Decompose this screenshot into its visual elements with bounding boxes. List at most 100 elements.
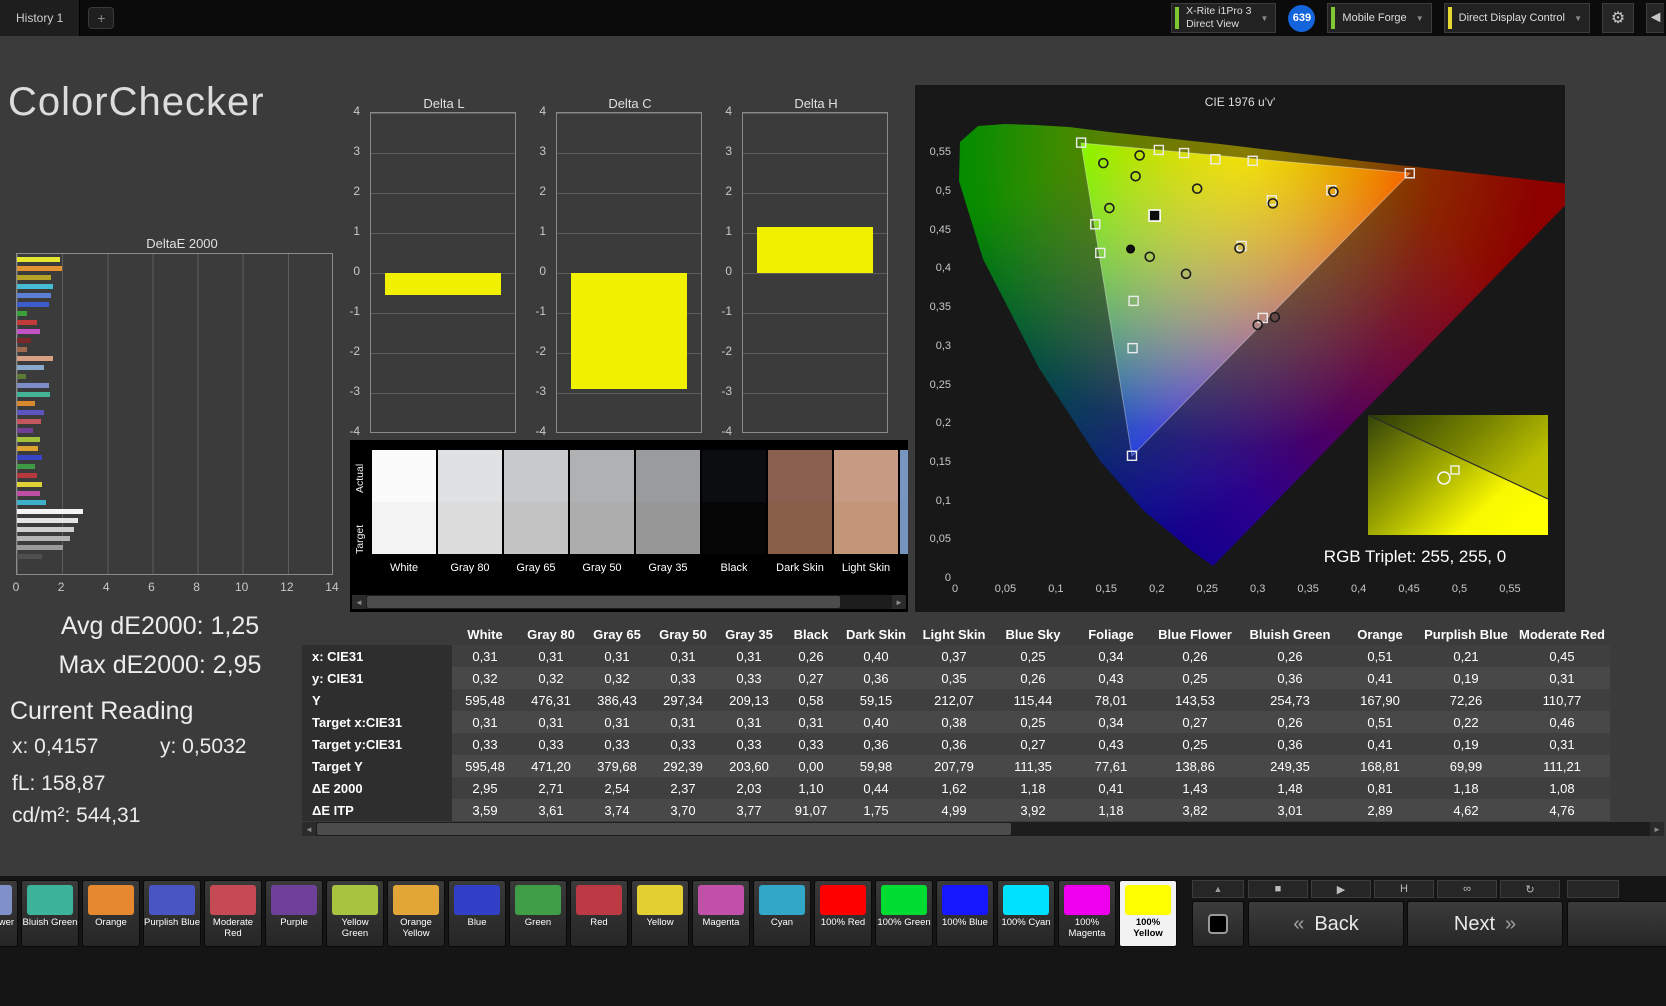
scroll-track[interactable]	[366, 595, 892, 609]
table-cell: 0,31	[584, 645, 650, 667]
table-col-header: Bluish Green	[1249, 627, 1331, 642]
pattern-color	[149, 885, 195, 915]
pattern-button-100-magenta[interactable]: 100% Magenta	[1058, 880, 1116, 947]
scroll-right-icon[interactable]: ►	[1650, 822, 1664, 836]
pattern-label: Moderate Red	[212, 917, 254, 939]
back-button[interactable]: « Back	[1248, 901, 1404, 947]
table-cell: 0,36	[912, 733, 996, 755]
expand-patterns-button[interactable]: ▲	[1192, 880, 1244, 898]
table-cell: 0,31	[716, 711, 782, 733]
table-cell: 115,44	[996, 689, 1070, 711]
table-cell: 0,41	[1070, 777, 1152, 799]
de2000-bar	[17, 401, 36, 406]
settings-button[interactable]: ⚙	[1602, 3, 1634, 33]
pattern-button-100-yellow[interactable]: 100% Yellow	[1119, 880, 1177, 947]
pattern-button-purple[interactable]: Purple	[265, 880, 323, 947]
refresh-button[interactable]: ↻	[1500, 880, 1560, 898]
table-cell: 0,33	[650, 733, 716, 755]
measured-circle	[1191, 183, 1203, 194]
pattern-button-bluish-green[interactable]: Bluish Green	[21, 880, 79, 947]
pattern-window-button[interactable]	[1192, 901, 1244, 947]
xy-readout: x: 0,4157 y: 0,5032	[12, 735, 312, 759]
table-row-label: ΔE 2000	[302, 777, 452, 799]
de2000-bar	[17, 302, 49, 307]
meter-dropdown[interactable]: X-Rite i1Pro 3 Direct View ▼	[1171, 3, 1277, 33]
scroll-thumb[interactable]	[367, 596, 841, 608]
y-tick-label: 3	[353, 144, 360, 158]
table-cell: 254,73	[1238, 689, 1342, 711]
pattern-label: 100% Yellow	[1133, 917, 1163, 939]
pattern-button-blue[interactable]: Blue	[448, 880, 506, 947]
table-cell: 3,59	[452, 799, 518, 821]
table-cell: 0,31	[584, 711, 650, 733]
table-cell: 78,01	[1070, 689, 1152, 711]
pattern-button-purplish-blue[interactable]: Purplish Blue	[143, 880, 201, 947]
table-cell: 203,60	[716, 755, 782, 777]
table-cell: 0,26	[996, 667, 1070, 689]
table-cell: 111,21	[1514, 755, 1610, 777]
add-tab-button[interactable]: +	[88, 7, 115, 29]
table-cell: 209,13	[716, 689, 782, 711]
table-cell: 0,21	[1418, 645, 1514, 667]
white-point-square	[1148, 209, 1161, 222]
pattern-button-orange-yellow[interactable]: Orange Yellow	[387, 880, 445, 947]
table-cell: 0,36	[1238, 667, 1342, 689]
current-reading-title: Current Reading	[10, 697, 194, 725]
y-tick-label: -2	[721, 344, 732, 358]
target-square	[1210, 154, 1221, 165]
y-tick-label: -3	[535, 384, 546, 398]
table-cell: 91,07	[782, 799, 840, 821]
table-cell: 0,31	[716, 645, 782, 667]
table-scrollbar[interactable]: ◄ ►	[302, 822, 1664, 836]
stop-icon: ■	[1274, 883, 1282, 895]
collapse-panel-button[interactable]: ◄	[1646, 3, 1664, 33]
partial-right-button[interactable]	[1567, 901, 1666, 947]
pattern-button-moderate-red[interactable]: Moderate Red	[204, 880, 262, 947]
pattern-button-red[interactable]: Red	[570, 880, 628, 947]
display-control-dropdown[interactable]: Direct Display Control ▼	[1443, 3, 1590, 33]
swatch-scrollbar[interactable]: ◄ ►	[352, 595, 906, 609]
table-cell: 167,90	[1342, 689, 1418, 711]
stop-button[interactable]: ■	[1248, 880, 1308, 898]
table-cell: 0,32	[584, 667, 650, 689]
scroll-track[interactable]	[316, 822, 1650, 836]
pattern-button-blue-flower[interactable]: Blue Flower	[0, 880, 18, 947]
table-cell: 0,40	[840, 645, 912, 667]
scroll-left-icon[interactable]: ◄	[302, 822, 316, 836]
partial-mini-button[interactable]	[1567, 880, 1619, 898]
next-button[interactable]: Next »	[1407, 901, 1563, 947]
back-label: Back	[1314, 912, 1359, 935]
scroll-left-icon[interactable]: ◄	[352, 595, 366, 609]
pattern-button-yellow[interactable]: Yellow	[631, 880, 689, 947]
pattern-button-yellow-green[interactable]: Yellow Green	[326, 880, 384, 947]
y-tick-label: 2	[725, 184, 732, 198]
play-button[interactable]: ▶	[1311, 880, 1371, 898]
scroll-right-icon[interactable]: ►	[892, 595, 906, 609]
de2000-bar	[17, 320, 38, 325]
table-col-header: Orange	[1357, 627, 1403, 642]
pattern-color	[515, 885, 561, 915]
table-col-header: Gray 35	[725, 627, 773, 642]
source-dropdown[interactable]: Mobile Forge ▼	[1327, 3, 1432, 33]
x-tick-label: 8	[193, 580, 200, 594]
next-chevrons-icon: »	[1505, 912, 1517, 935]
pattern-button-100-red[interactable]: 100% Red	[814, 880, 872, 947]
loop-button[interactable]: ∞	[1437, 880, 1497, 898]
source-label: Mobile Forge	[1342, 12, 1407, 24]
deltae2000-chart: DeltaE 2000 0 2 4 6 8 10 12 14	[8, 236, 348, 600]
table-cell: 0,31	[452, 711, 518, 733]
pattern-button-cyan[interactable]: Cyan	[753, 880, 811, 947]
table-cell: 595,48	[452, 755, 518, 777]
hold-button[interactable]: H	[1374, 880, 1434, 898]
pattern-button-magenta[interactable]: Magenta	[692, 880, 750, 947]
pattern-button-orange[interactable]: Orange	[82, 880, 140, 947]
tab-history-1[interactable]: History 1	[0, 0, 81, 36]
table-corner	[302, 624, 452, 645]
pattern-button-green[interactable]: Green	[509, 880, 567, 947]
scroll-thumb[interactable]	[317, 823, 1011, 835]
pattern-button-100-cyan[interactable]: 100% Cyan	[997, 880, 1055, 947]
table-cell: 0,33	[518, 733, 584, 755]
pattern-button-100-green[interactable]: 100% Green	[875, 880, 933, 947]
pattern-button-100-blue[interactable]: 100% Blue	[936, 880, 994, 947]
table-cell: 1,10	[782, 777, 840, 799]
